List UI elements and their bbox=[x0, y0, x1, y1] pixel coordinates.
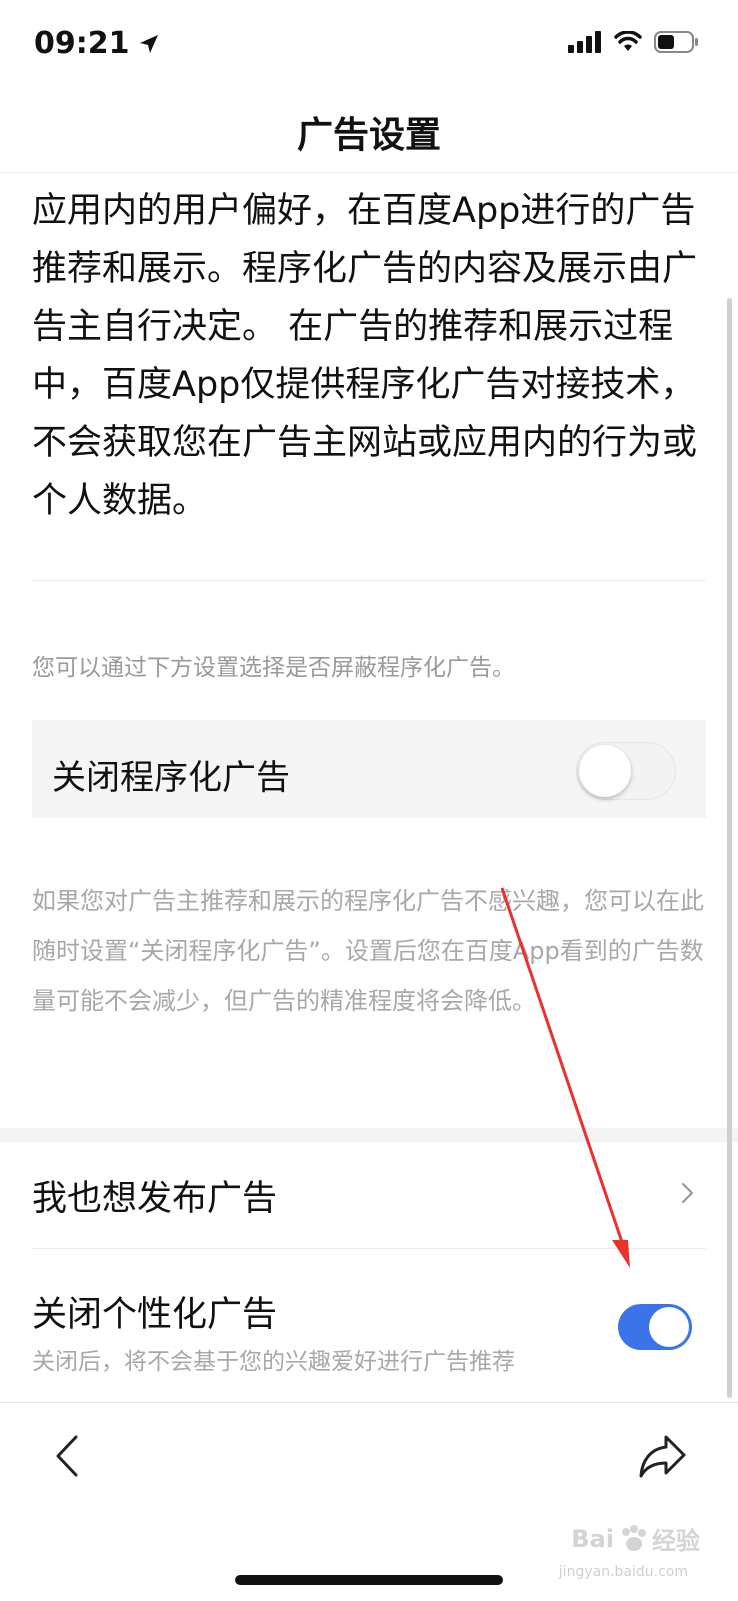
section-separator bbox=[0, 1128, 738, 1142]
status-time: 09:21 bbox=[34, 26, 130, 61]
programmatic-ads-toggle[interactable] bbox=[576, 742, 676, 800]
intro-text: 应用内的用户偏好，在百度App进行的广告推荐和展示。程序化广告的内容及展示由广告… bbox=[32, 191, 698, 521]
cellular-signal-icon bbox=[568, 31, 601, 53]
status-time-group: 09:21 bbox=[34, 26, 160, 61]
personalized-ads-sublabel: 关闭后，将不会基于您的兴趣爱好进行广告推荐 bbox=[32, 1349, 515, 1375]
chevron-right-icon bbox=[681, 1182, 694, 1204]
watermark-brand: Bai bbox=[571, 1524, 614, 1553]
personalized-ads-row[interactable]: 关闭个性化广告 关闭后，将不会基于您的兴趣爱好进行广告推荐 bbox=[32, 1262, 706, 1386]
status-bar: 09:21 bbox=[0, 0, 738, 90]
nav-bar: 广告设置 bbox=[0, 90, 738, 173]
publish-ads-row[interactable]: 我也想发布广告 bbox=[32, 1144, 706, 1248]
toggle-knob bbox=[649, 1307, 689, 1347]
baidu-jingyan-watermark: Bai 经验 bbox=[571, 1521, 700, 1556]
home-indicator bbox=[235, 1575, 503, 1585]
divider bbox=[32, 580, 706, 581]
publish-ads-label: 我也想发布广告 bbox=[32, 1179, 278, 1219]
watermark-domain: jingyan.baidu.com bbox=[558, 1564, 688, 1580]
back-chevron-icon[interactable] bbox=[44, 1431, 94, 1481]
wifi-icon bbox=[614, 31, 642, 51]
battery-icon bbox=[654, 31, 698, 53]
scrollbar[interactable] bbox=[727, 298, 732, 1398]
programmatic-ads-row[interactable]: 关闭程序化广告 bbox=[32, 720, 706, 818]
page-title: 广告设置 bbox=[296, 115, 441, 156]
watermark-brand2: 经验 bbox=[652, 1527, 700, 1555]
programmatic-ads-description: 如果您对广告主推荐和展示的程序化广告不感兴趣，您可以在此随时设置“关闭程序化广告… bbox=[32, 887, 704, 1015]
share-arrow-icon[interactable] bbox=[636, 1429, 690, 1483]
personalized-ads-label: 关闭个性化广告 bbox=[32, 1295, 278, 1335]
toggle-knob bbox=[579, 745, 631, 797]
programmatic-ads-label: 关闭程序化广告 bbox=[52, 758, 290, 798]
personalized-ads-toggle[interactable] bbox=[618, 1304, 692, 1350]
status-icons bbox=[568, 30, 700, 54]
divider bbox=[32, 1248, 706, 1249]
location-arrow-icon bbox=[139, 34, 158, 53]
paw-logo-icon bbox=[622, 1524, 646, 1551]
hint-text: 您可以通过下方设置选择是否屏蔽程序化广告。 bbox=[32, 655, 515, 681]
